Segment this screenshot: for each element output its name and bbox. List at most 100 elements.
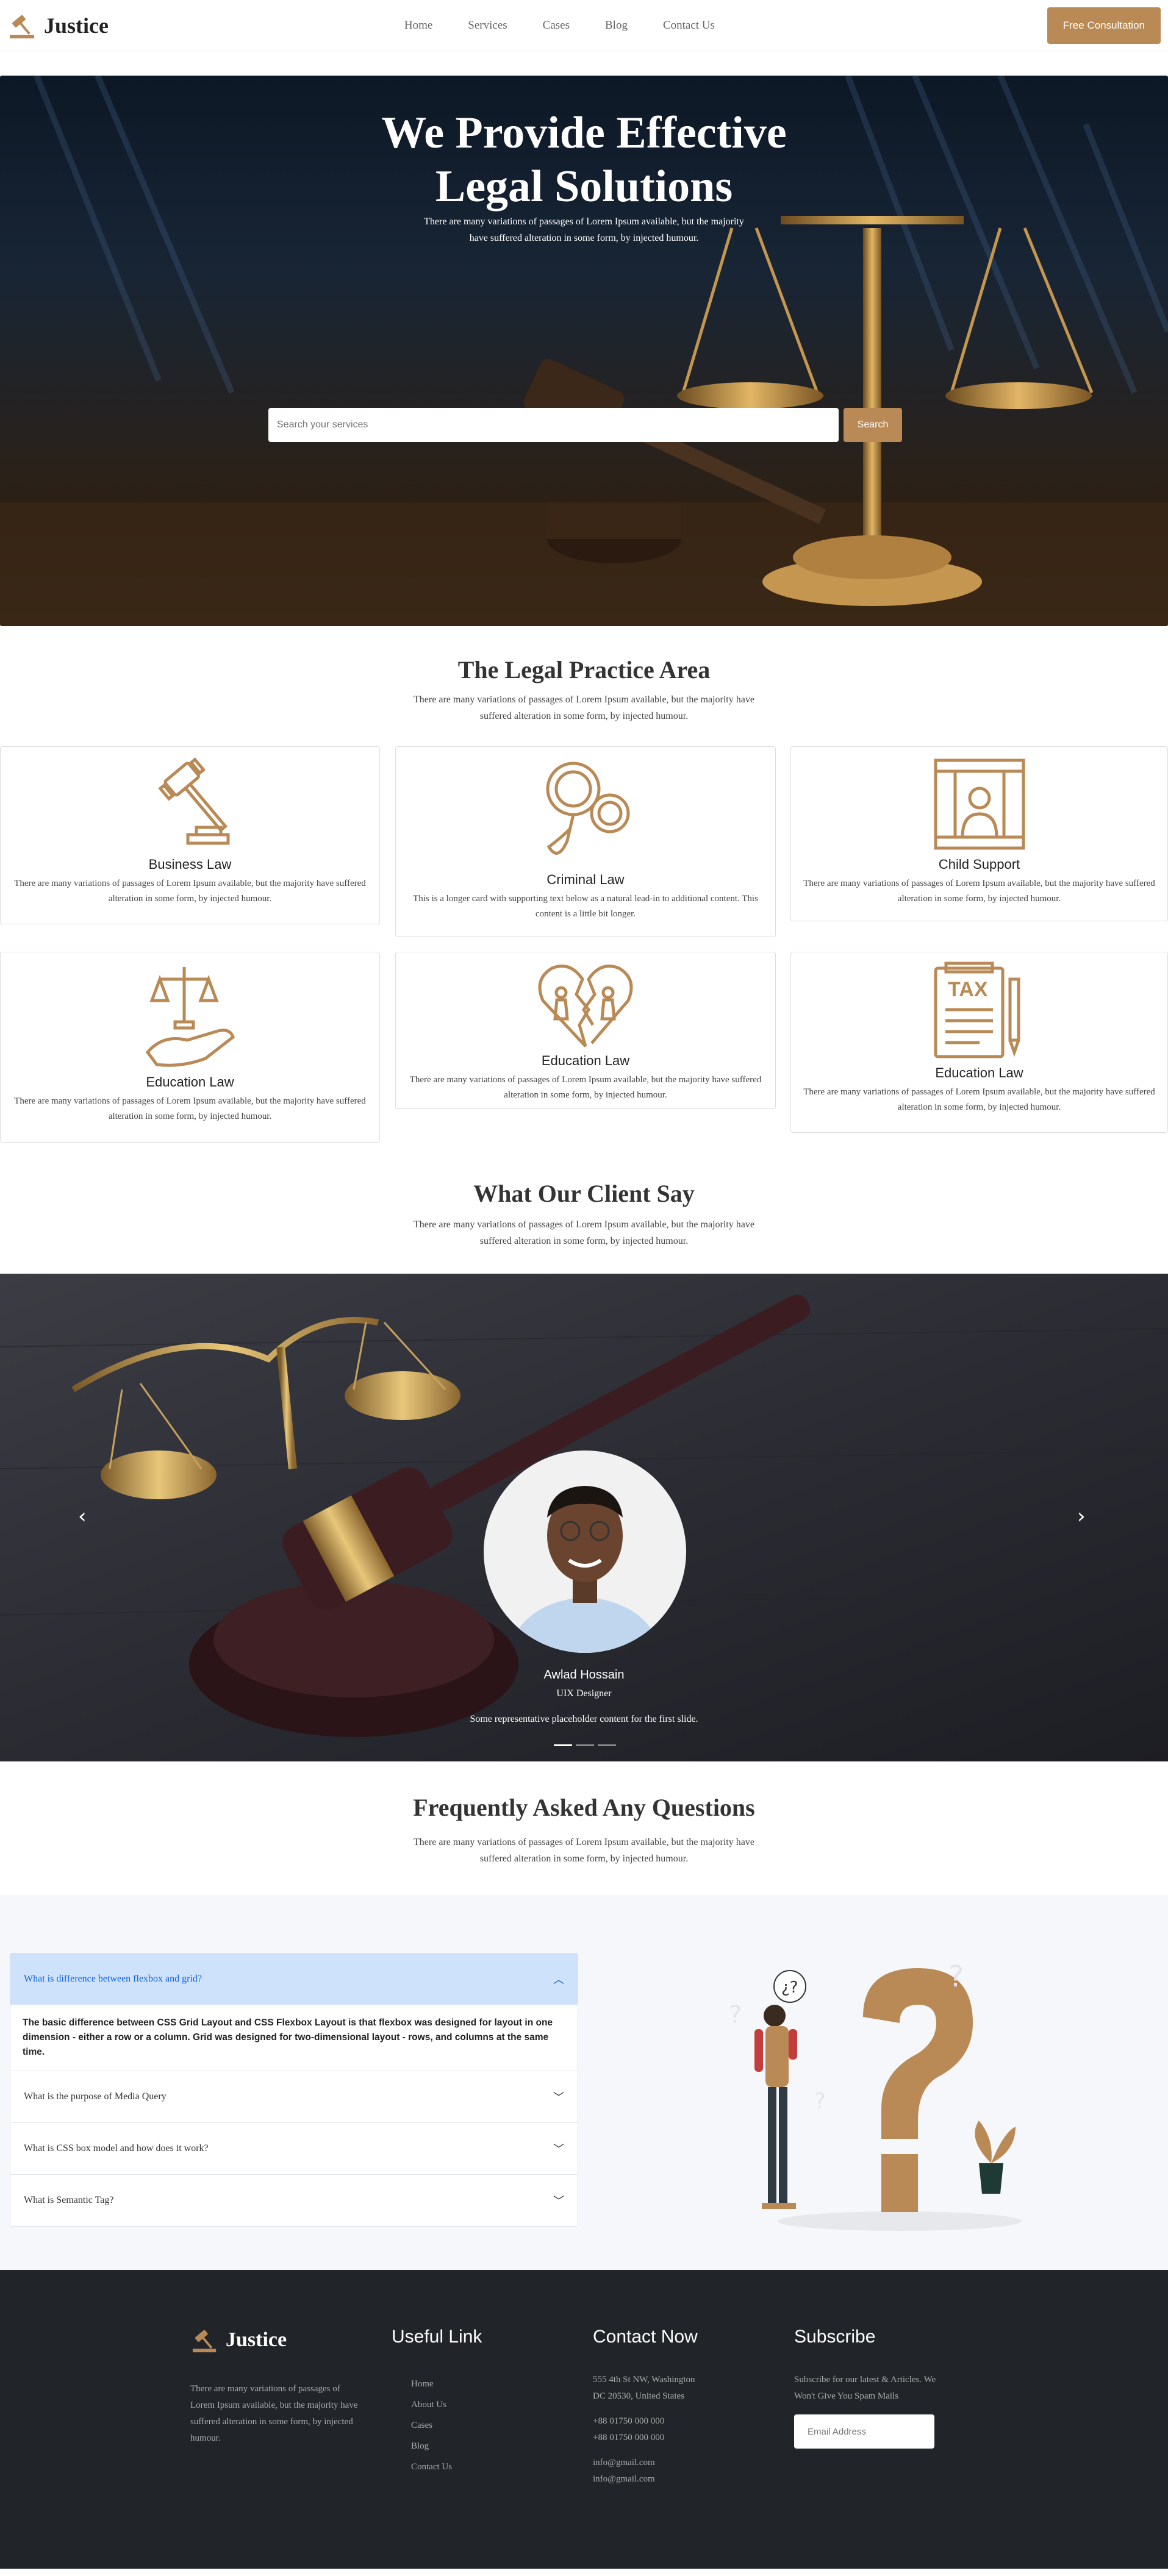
hero-title-line2: Legal Solutions (435, 162, 733, 212)
svg-text:TAX: TAX (948, 978, 988, 1001)
practice-card-education-law-3[interactable]: TAX Education Law There are many variati… (790, 952, 1168, 1133)
subscribe-email-input[interactable] (794, 2414, 934, 2449)
footer-about-text: There are many variations of passages of… (190, 2384, 358, 2443)
faq-question: What is CSS box model and how does it wo… (24, 2143, 209, 2153)
footer-phone-2[interactable]: +88 01750 000 000 (593, 2430, 764, 2446)
footer-subscribe: Subscribe Subscribe for our latest & Art… (794, 2327, 965, 2449)
practice-card-title: Education Law (146, 1074, 234, 1090)
faq-item: What is CSS box model and how does it wo… (10, 2123, 578, 2175)
footer-phone-1[interactable]: +88 01750 000 000 (593, 2413, 764, 2430)
footer-subscribe-title: Subscribe (794, 2327, 876, 2347)
free-consultation-button[interactable]: Free Consultation (1047, 7, 1161, 44)
testimonials-subtitle: There are many variations of passages of… (414, 1219, 754, 1246)
scales-hand-icon (145, 967, 235, 1067)
footer-brand-name: Justice (226, 2328, 287, 2351)
chevron-up-icon: ︿ (553, 1974, 564, 1986)
gavel-logo-icon (192, 2330, 217, 2353)
footer-link-contact[interactable]: Contact Us (411, 2462, 550, 2472)
faq-question: What is difference between flexbox and g… (24, 1974, 202, 1984)
service-search-form: Search (268, 408, 902, 442)
hero-title: We Provide Effective Legal Solutions (0, 106, 1168, 213)
footer-address-line1: 555 4th St NW, Washington (593, 2375, 695, 2385)
faq-answer: The basic difference between CSS Grid La… (23, 2018, 553, 2057)
practice-card-education-law-2[interactable]: Education Law There are many variations … (395, 952, 776, 1109)
carousel-indicator-3[interactable] (598, 1744, 616, 1746)
practice-card-text: There are many variations of passages of… (14, 879, 366, 904)
service-search-input[interactable] (268, 408, 839, 442)
footer-link-home[interactable]: Home (411, 2379, 550, 2389)
gavel-logo-icon (10, 15, 34, 38)
footer-link-about[interactable]: About Us (411, 2400, 550, 2410)
faq-question-toggle[interactable]: What is CSS box model and how does it wo… (10, 2123, 578, 2174)
hero-subtitle: There are many variations of passages of… (0, 213, 1168, 246)
footer-link-blog[interactable]: Blog (411, 2441, 550, 2452)
carousel-indicators (554, 1744, 616, 1746)
faq-subtitle: There are many variations of passages of… (414, 1837, 754, 1864)
carousel-prev-button[interactable]: ‹ (78, 1504, 87, 1529)
faq-question: What is the purpose of Media Query (24, 2091, 167, 2102)
hero-subtitle-line1: There are many variations of passages of… (424, 216, 744, 227)
carousel-indicator-1[interactable] (554, 1744, 572, 1746)
footer-brand[interactable]: Justice (190, 2327, 361, 2353)
chevron-down-icon: ﹀ (553, 2143, 564, 2156)
practice-area-title: The Legal Practice Area (457, 656, 711, 683)
testimonial-carousel: Awlad Hossain UIX Designer Some represen… (0, 1274, 1168, 1761)
practice-card-title: Child Support (938, 857, 1020, 872)
brand-name: Justice (44, 13, 109, 38)
faq-section: What is difference between flexbox and g… (0, 1895, 1168, 2270)
broken-heart-icon (538, 965, 633, 1047)
footer-subscribe-text: Subscribe for our latest & Articles. We … (794, 2375, 936, 2401)
search-button[interactable]: Search (844, 408, 902, 442)
faq-question-toggle[interactable]: What is the purpose of Media Query ﹀ (10, 2071, 578, 2122)
practice-card-education-law-1[interactable]: Education Law There are many variations … (0, 952, 380, 1143)
practice-card-business-law[interactable]: Business Law There are many variations o… (0, 746, 380, 924)
faq-accordion: What is difference between flexbox and g… (10, 1953, 578, 2227)
faq-item: What is Semantic Tag? ﹀ (10, 2175, 578, 2226)
practice-cards-grid: Business Law There are many variations o… (0, 746, 1168, 1185)
testimonial-quote: Some representative placeholder content … (470, 1714, 698, 1724)
nav-contact[interactable]: Contact Us (663, 19, 715, 32)
brand-logo[interactable]: Justice (7, 12, 109, 40)
site-footer: Justice There are many variations of pas… (0, 2270, 1168, 2569)
practice-card-text: There are many variations of passages of… (803, 879, 1155, 904)
hero-title-line1: We Provide Effective (381, 108, 787, 158)
chevron-down-icon: ﹀ (553, 2091, 564, 2104)
practice-card-child-support[interactable]: Child Support There are many variations … (790, 746, 1168, 921)
footer-links: Useful Link Home About Us Cases Blog Con… (392, 2327, 550, 2483)
faq-question-toggle[interactable]: What is difference between flexbox and g… (10, 1953, 578, 2005)
practice-card-text: This is a longer card with supporting te… (413, 894, 758, 919)
practice-card-text: There are many variations of passages of… (14, 1096, 366, 1121)
faq-question-toggle[interactable]: What is Semantic Tag? ﹀ (10, 2175, 578, 2226)
navbar: Justice Home Services Cases Blog Contact… (0, 0, 1168, 51)
practice-card-criminal-law[interactable]: Criminal Law This is a longer card with … (395, 746, 776, 937)
footer-email-1[interactable]: info@gmail.com (593, 2455, 764, 2471)
handcuffs-icon (546, 762, 630, 855)
hero-subtitle-line2: have suffered alteration in some form, b… (469, 233, 699, 243)
hero-banner: We Provide Effective Legal Solutions The… (0, 76, 1168, 626)
faq-title: Frequently Asked Any Questions (413, 1794, 755, 1821)
nav-blog[interactable]: Blog (605, 19, 628, 32)
prison-icon (934, 758, 1025, 850)
footer-link-cases[interactable]: Cases (411, 2421, 550, 2431)
practice-card-title: Business Law (148, 857, 232, 872)
footer-email-2[interactable]: info@gmail.com (593, 2471, 764, 2488)
faq-question: What is Semantic Tag? (24, 2195, 114, 2205)
nav-services[interactable]: Services (468, 19, 507, 32)
footer-contact: Contact Now 555 4th St NW, Washington DC… (593, 2327, 764, 2488)
testimonial-role: UIX Designer (556, 1688, 612, 1699)
practice-card-text: There are many variations of passages of… (409, 1075, 762, 1100)
practice-card-title: Criminal Law (546, 872, 625, 887)
footer-links-title: Useful Link (392, 2327, 482, 2347)
practice-card-title: Education Law (935, 1065, 1023, 1080)
footer-contact-title: Contact Now (593, 2327, 698, 2347)
carousel-indicator-2[interactable] (576, 1744, 594, 1746)
faq-item: What is the purpose of Media Query ﹀ (10, 2071, 578, 2123)
carousel-next-button[interactable]: › (1077, 1504, 1086, 1529)
nav-cases[interactable]: Cases (543, 19, 570, 32)
main-menu: Home Services Cases Blog Contact Us (404, 19, 715, 32)
svg-text:?: ? (948, 1960, 964, 1994)
svg-text:¿?: ¿? (781, 1978, 798, 1997)
practice-area-subtitle: There are many variations of passages of… (414, 694, 754, 721)
faq-item: What is difference between flexbox and g… (10, 1953, 578, 2071)
nav-home[interactable]: Home (404, 19, 432, 32)
